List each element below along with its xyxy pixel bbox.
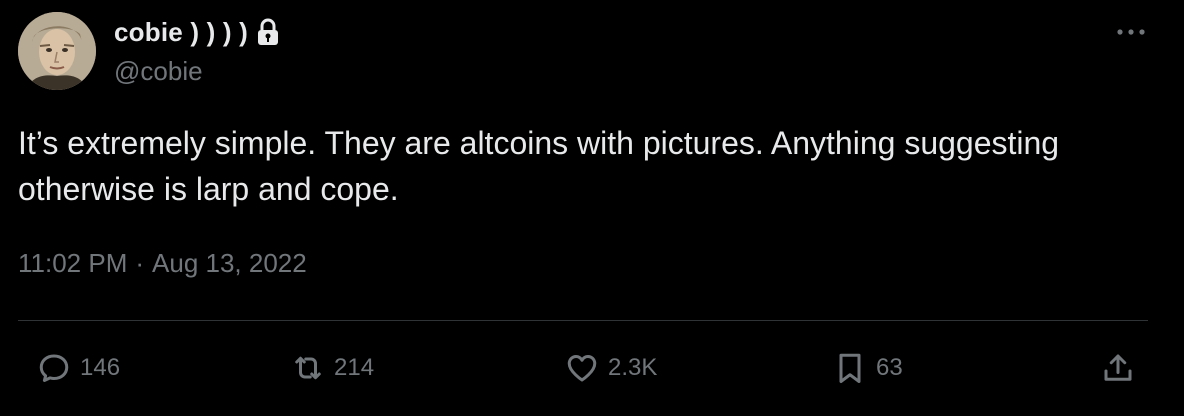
heart-icon [564,350,600,386]
share-icon [1100,350,1136,386]
display-name[interactable]: cobie ) ) ) ) [114,17,248,48]
lock-icon [256,18,280,46]
divider [18,320,1148,321]
reply-button[interactable]: 146 [36,350,120,386]
tweet-card: cobie ) ) ) ) @cobie It’s extremely simp… [0,0,1184,416]
tweet-date[interactable]: Aug 13, 2022 [152,248,307,279]
timestamp-separator: · [135,248,145,278]
bookmark-count: 63 [876,354,903,381]
tweet-text: It’s extremely simple. They are altcoins… [18,125,1060,207]
avatar[interactable] [18,12,96,90]
tweet-timestamp[interactable]: 11:02 PM · Aug 13, 2022 [18,248,307,279]
action-bar: 146 214 2.3K 63 [0,340,1184,400]
author-handle[interactable]: @cobie [114,56,203,87]
share-button[interactable] [1100,350,1136,386]
more-horizontal-icon[interactable] [1114,22,1148,42]
like-count: 2.3K [608,354,658,381]
author-name-row: cobie ) ) ) ) [114,14,280,50]
retweet-button[interactable]: 214 [290,350,374,386]
bookmark-button[interactable]: 63 [832,350,903,386]
bookmark-icon [832,350,868,386]
reply-count: 146 [80,354,121,381]
retweet-icon [290,350,326,386]
tweet-time[interactable]: 11:02 PM [18,248,127,279]
avatar-photo [18,12,96,90]
reply-icon [36,350,72,386]
retweet-count: 214 [334,354,375,381]
like-button[interactable]: 2.3K [564,350,657,386]
